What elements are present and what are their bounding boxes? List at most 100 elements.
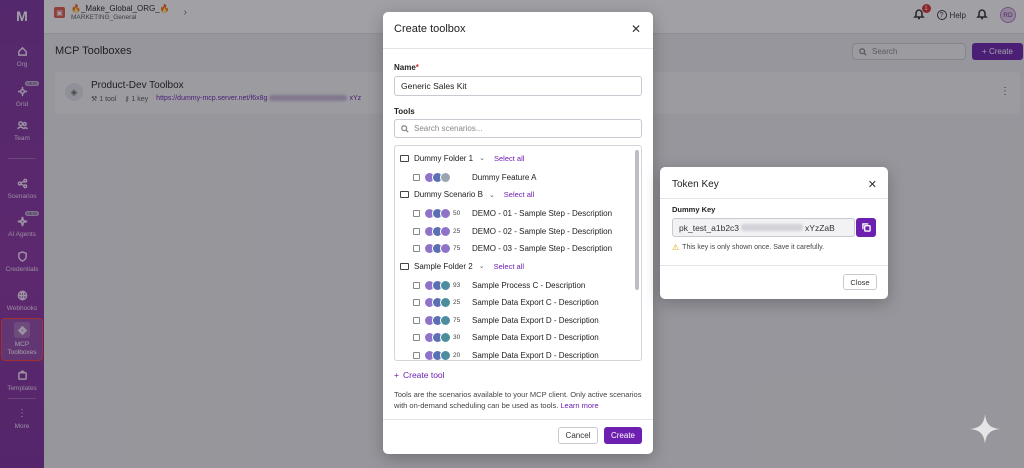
tools-list[interactable]: Dummy Folder 1 ⌄ Select all Dummy Feature A… <box>394 145 642 361</box>
name-label: Name* <box>394 63 419 72</box>
scenario-name: Sample Data Export D - Description <box>472 333 599 342</box>
scenario-apps: 75 <box>424 243 468 254</box>
chevron-down-icon[interactable]: ⌄ <box>479 154 485 162</box>
folder-row[interactable]: Dummy Folder 1 ⌄ Select all <box>400 150 524 166</box>
plus-icon: + <box>394 370 399 380</box>
app-icon <box>440 208 451 219</box>
cancel-button[interactable]: Cancel <box>558 427 598 444</box>
scenario-name: Sample Process C - Description <box>472 280 586 290</box>
app-count: 25 <box>453 299 461 306</box>
scenario-name: DEMO - 02 - Sample Step - Description <box>472 226 613 236</box>
scenario-row[interactable]: Dummy Feature A <box>413 169 536 185</box>
scrollbar[interactable] <box>635 150 639 290</box>
search-icon <box>401 124 409 133</box>
folder-row[interactable]: Dummy Scenario B ⌄ Select all <box>400 187 534 203</box>
scenario-checkbox[interactable] <box>413 299 420 306</box>
scenario-row[interactable]: 75 DEMO - 03 - Sample Step - Description <box>413 241 612 257</box>
scenario-name: Sample Data Export C - Description <box>472 298 599 307</box>
create-toolbox-modal: Create toolbox ✕ Name* Generic Sales Kit… <box>383 12 653 454</box>
folder-icon <box>400 191 409 198</box>
token-warning: ⚠ This key is only shown once. Save it c… <box>672 243 825 252</box>
tools-help-text: Tools are the scenarios available to you… <box>394 390 642 410</box>
app-count: 25 <box>453 227 461 235</box>
redacted-segment <box>741 224 804 231</box>
search-placeholder: Search scenarios... <box>414 124 483 133</box>
close-button[interactable]: Close <box>843 274 877 290</box>
app-count: 75 <box>453 316 461 324</box>
create-tool-link[interactable]: + Create tool <box>394 370 445 380</box>
token-key-dialog: Token Key ✕ Dummy Key pk_test_a1b2c3 xYzZ… <box>660 167 888 299</box>
scenario-checkbox[interactable] <box>413 334 420 341</box>
warning-icon: ⚠ <box>672 243 680 252</box>
scenario-name: Sample Data Export D - Description <box>472 350 599 360</box>
dialog-title: Token Key <box>672 179 719 190</box>
scenario-apps: 25 <box>424 297 468 308</box>
folder-name: Sample Folder 2 <box>414 261 473 271</box>
app-icon <box>440 349 451 360</box>
create-button[interactable]: Create <box>604 427 642 444</box>
folder-icon <box>400 262 409 270</box>
divider <box>383 48 653 49</box>
scenario-name: Dummy Feature A <box>472 172 537 182</box>
close-icon[interactable]: ✕ <box>631 22 641 36</box>
divider <box>383 419 653 420</box>
scenario-name: DEMO - 03 - Sample Step - Description <box>472 244 613 253</box>
scenario-apps: 93 <box>424 279 468 291</box>
sparkle-icon <box>970 414 1000 444</box>
folder-icon <box>400 154 409 162</box>
select-all-link[interactable]: Select all <box>494 262 524 271</box>
modal-title: Create toolbox <box>394 23 466 35</box>
scenario-name: DEMO - 01 - Sample Step - Description <box>472 209 613 218</box>
app-icon <box>440 332 451 343</box>
copy-icon <box>861 223 871 232</box>
app-count: 30 <box>453 334 461 341</box>
app-icon <box>440 171 451 183</box>
app-icon <box>440 243 451 254</box>
app-icon <box>440 225 451 237</box>
scenario-checkbox[interactable] <box>413 173 420 181</box>
app-count: 93 <box>453 281 461 289</box>
select-all-link[interactable]: Select all <box>494 154 524 163</box>
scenario-apps: 75 <box>424 314 468 326</box>
app-icon <box>440 279 451 291</box>
scenario-apps: 20 <box>424 349 468 360</box>
folder-name: Dummy Folder 1 <box>414 153 474 163</box>
scenario-checkbox[interactable] <box>413 316 420 324</box>
scenario-apps: 30 <box>424 332 468 343</box>
scenario-apps: 25 <box>424 225 468 237</box>
scenario-checkbox[interactable] <box>413 281 420 289</box>
folder-name: Dummy Scenario B <box>414 190 483 199</box>
scenario-row[interactable]: 50 DEMO - 01 - Sample Step - Description <box>413 206 612 222</box>
scenario-row[interactable]: 25 Sample Data Export C - Description <box>413 295 599 311</box>
scenario-search-input[interactable]: Search scenarios... <box>394 119 642 138</box>
copy-button[interactable] <box>856 218 876 237</box>
app-count: 50 <box>453 210 461 217</box>
divider <box>660 265 888 266</box>
scenario-row[interactable]: 30 Sample Data Export D - Description <box>413 330 599 346</box>
token-key-field[interactable]: pk_test_a1b2c3 xYzZaB <box>672 218 855 237</box>
learn-more-link[interactable]: Learn more <box>560 401 598 410</box>
scenario-checkbox[interactable] <box>413 227 420 235</box>
scenario-apps: 50 <box>424 208 468 219</box>
app-count: 20 <box>453 351 461 359</box>
scenario-checkbox[interactable] <box>413 351 420 359</box>
scenario-row[interactable]: 75 Sample Data Export D - Description <box>413 312 599 328</box>
scenario-name: Sample Data Export D - Description <box>472 315 599 325</box>
toolbox-name-input[interactable]: Generic Sales Kit <box>394 76 642 96</box>
scenario-row[interactable]: 20 Sample Data Export D - Description <box>413 347 599 360</box>
app-count: 75 <box>453 245 461 252</box>
close-icon[interactable]: ✕ <box>868 178 877 191</box>
select-all-link[interactable]: Select all <box>504 190 534 199</box>
scenario-checkbox[interactable] <box>413 245 420 252</box>
app-icon <box>440 297 451 308</box>
chevron-down-icon[interactable]: ⌄ <box>489 191 495 199</box>
divider <box>660 198 888 199</box>
chevron-down-icon[interactable]: ⌄ <box>479 262 485 270</box>
scenario-row[interactable]: 93 Sample Process C - Description <box>413 277 585 293</box>
scenario-apps <box>424 171 468 183</box>
scenario-checkbox[interactable] <box>413 210 420 217</box>
scenario-row[interactable]: 25 DEMO - 02 - Sample Step - Description <box>413 223 612 239</box>
tools-label: Tools <box>394 107 415 116</box>
key-label: Dummy Key <box>672 205 716 214</box>
folder-row[interactable]: Sample Folder 2 ⌄ Select all <box>400 258 524 274</box>
